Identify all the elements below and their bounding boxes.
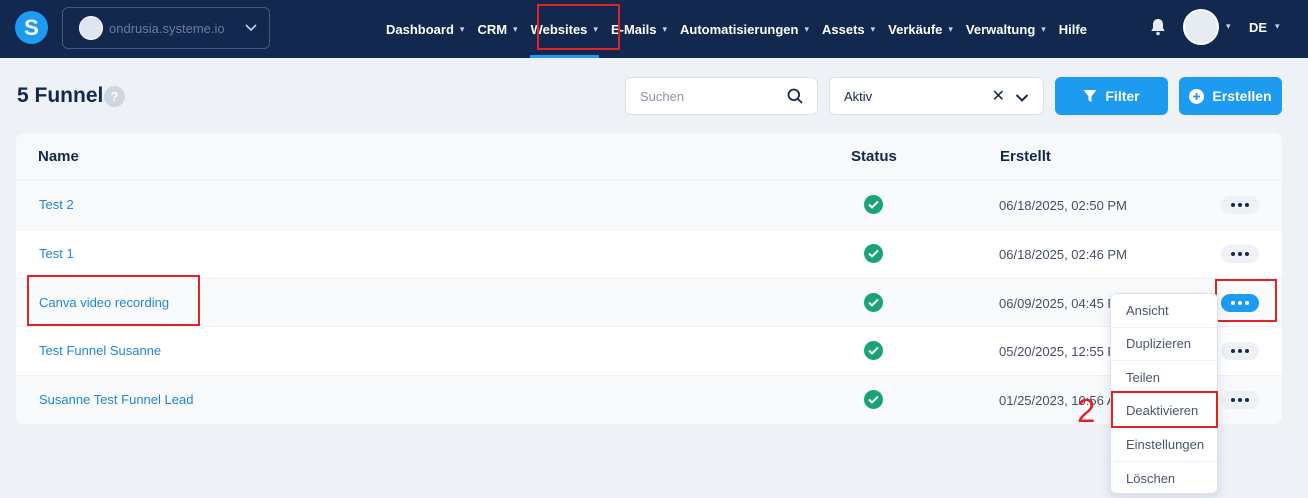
nav-label: Automatisierungen — [680, 21, 799, 37]
filter-label: Filter — [1105, 88, 1140, 104]
funnel-name-link[interactable]: Test 2 — [39, 197, 74, 212]
more-actions-button[interactable] — [1221, 244, 1259, 263]
chevron-down-icon: ▾ — [593, 23, 598, 34]
check-circle-icon — [864, 195, 883, 214]
table-header: Name Status Erstellt — [16, 133, 1282, 180]
nav-crm[interactable]: CRM ▾ — [477, 0, 517, 58]
filter-button[interactable]: Filter — [1055, 77, 1168, 115]
menu-item-view[interactable]: Ansicht — [1111, 294, 1217, 328]
nav-label: Hilfe — [1058, 21, 1087, 37]
funnel-name-link[interactable]: Test Funnel Susanne — [39, 343, 161, 358]
nav-label: Verwaltung — [965, 21, 1036, 37]
page-title: 5 Funnel — [17, 84, 104, 107]
plus-circle-icon — [1189, 88, 1205, 104]
chevron-down-icon: ▾ — [513, 23, 518, 34]
created-date: 01/25/2023, 10:56 AM — [999, 393, 1127, 409]
help-icon[interactable]: ? — [104, 86, 125, 107]
table-row: Test Funnel Susanne 05/20/2025, 12:55 PM — [16, 326, 1282, 375]
more-actions-button[interactable] — [1221, 196, 1259, 214]
chevron-down-icon — [245, 21, 257, 35]
table-body: Test 2 06/18/2025, 02:50 PM Test 1 06/18… — [16, 180, 1282, 424]
account-avatar — [79, 16, 103, 40]
nav-label: Verkäufe — [888, 21, 943, 37]
funnel-table: Name Status Erstellt Test 2 06/18/2025, … — [16, 133, 1282, 424]
funnel-name-link[interactable]: Test 1 — [39, 246, 74, 261]
nav-label: CRM — [477, 21, 508, 37]
column-header-name[interactable]: Name — [38, 148, 79, 165]
chevron-down-icon: ▾ — [662, 23, 667, 34]
status-filter-select[interactable]: Aktiv ✕ — [829, 77, 1044, 115]
language-selector[interactable]: DE — [1249, 20, 1267, 35]
nav-label: Dashboard — [386, 21, 454, 37]
check-circle-icon — [864, 390, 883, 410]
account-name: ondrusia.systeme.io — [109, 20, 225, 36]
column-header-created[interactable]: Erstellt — [1000, 148, 1051, 165]
chevron-down-icon[interactable] — [1015, 91, 1029, 102]
menu-item-settings[interactable]: Einstellungen — [1111, 428, 1217, 462]
more-actions-button[interactable] — [1221, 293, 1259, 312]
nav-help[interactable]: Hilfe — [1059, 0, 1087, 58]
create-label: Erstellen — [1212, 88, 1272, 104]
chevron-down-icon: ▾ — [870, 23, 876, 34]
chevron-down-icon: ▾ — [1041, 23, 1046, 34]
nav-assets[interactable]: Assets ▾ — [822, 0, 875, 58]
nav-label: Websites — [530, 21, 588, 37]
app-logo[interactable]: S — [15, 11, 48, 44]
nav-websites[interactable]: Websites ▾ — [529, 0, 600, 58]
more-actions-button[interactable] — [1221, 391, 1259, 410]
status-filter-value: Aktiv — [844, 88, 873, 104]
table-row: Test 2 06/18/2025, 02:50 PM — [16, 180, 1282, 229]
account-switcher[interactable]: ondrusia.systeme.io — [62, 7, 270, 49]
menu-item-share[interactable]: Teilen — [1111, 361, 1217, 395]
step-number: 2 — [1077, 392, 1096, 429]
check-circle-icon — [864, 243, 883, 263]
nav-label: Assets — [822, 21, 865, 37]
search-box[interactable] — [625, 77, 818, 115]
table-row: Canva video recording 06/09/2025, 04:45 … — [16, 277, 1282, 327]
nav-administration[interactable]: Verwaltung ▾ — [966, 0, 1046, 58]
check-circle-icon — [864, 341, 883, 361]
bell-icon[interactable] — [1150, 18, 1166, 36]
search-input[interactable] — [640, 88, 780, 104]
chevron-down-icon: ▾ — [459, 23, 465, 34]
nav-emails[interactable]: E-Mails ▾ — [611, 0, 667, 58]
main-nav: Dashboard ▾ CRM ▾ Websites ▾ E-Mails ▾ Autom… — [386, 0, 1100, 58]
filter-icon — [1083, 89, 1097, 103]
funnel-name-link[interactable]: Susanne Test Funnel Lead — [39, 392, 193, 407]
created-date: 05/20/2025, 12:55 PM — [999, 344, 1127, 360]
user-avatar[interactable] — [1183, 9, 1219, 45]
nav-automations[interactable]: Automatisierungen ▾ — [680, 0, 809, 58]
table-row: Test 1 06/18/2025, 02:46 PM — [16, 228, 1282, 278]
created-date: 06/09/2025, 04:45 PM — [999, 295, 1127, 311]
chevron-down-icon[interactable]: ▾ — [1275, 21, 1280, 32]
menu-item-duplicate[interactable]: Duplizieren — [1111, 328, 1217, 361]
column-header-status[interactable]: Status — [851, 148, 897, 165]
nav-label: E-Mails — [610, 21, 657, 37]
menu-item-deactivate[interactable]: Deaktivieren — [1111, 395, 1217, 428]
menu-item-delete[interactable]: Löschen — [1111, 462, 1217, 496]
create-button[interactable]: Erstellen — [1179, 77, 1282, 115]
created-date: 06/18/2025, 02:46 PM — [999, 246, 1127, 262]
search-icon[interactable] — [787, 88, 803, 104]
close-icon[interactable]: ✕ — [992, 86, 1005, 106]
more-actions-button[interactable] — [1221, 342, 1259, 361]
check-circle-icon — [864, 292, 883, 312]
chevron-down-icon: ▾ — [804, 23, 809, 34]
row-actions-menu: Ansicht Duplizieren Teilen Deaktivieren … — [1110, 293, 1218, 494]
chevron-down-icon[interactable]: ▾ — [1226, 21, 1231, 32]
created-date: 06/18/2025, 02:50 PM — [999, 198, 1127, 213]
nav-sales[interactable]: Verkäufe ▾ — [888, 0, 953, 58]
top-navigation-bar: S ondrusia.systeme.io Dashboard ▾ CRM ▾ We… — [0, 0, 1308, 58]
nav-dashboard[interactable]: Dashboard ▾ — [386, 0, 464, 58]
funnel-name-link[interactable]: Canva video recording — [39, 295, 169, 310]
chevron-down-icon: ▾ — [948, 23, 953, 34]
